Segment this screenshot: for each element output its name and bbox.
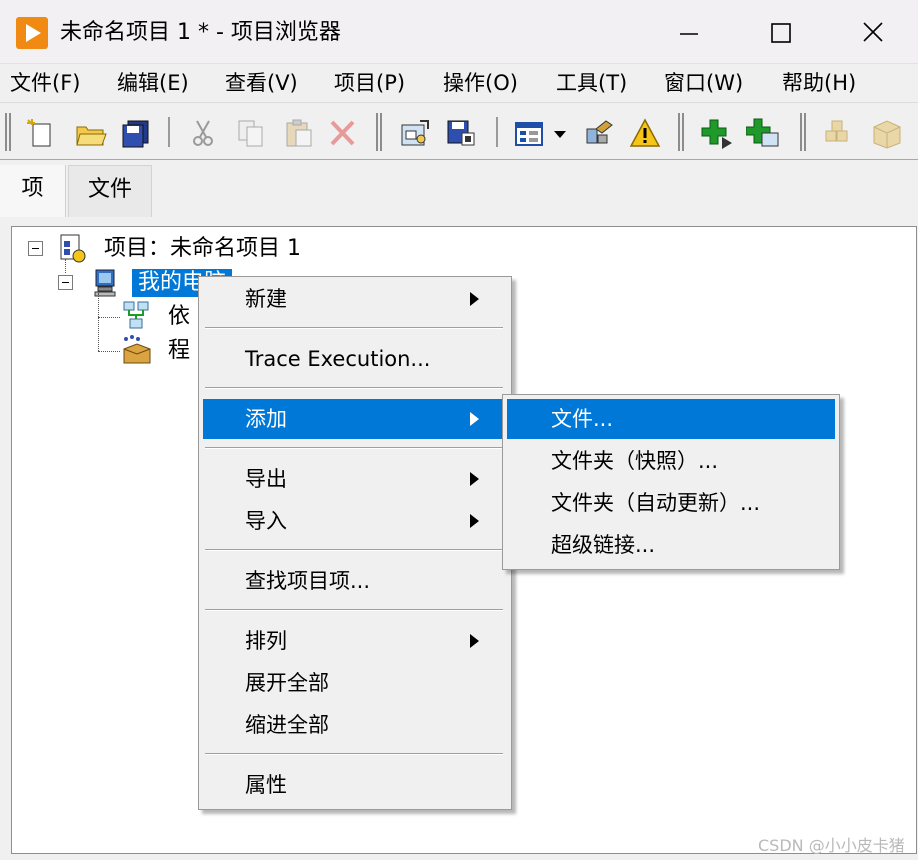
open-icon[interactable] [74,117,108,149]
ctx-expand-label: 展开全部 [245,671,329,695]
submenu-arrow-icon [470,634,479,648]
menu-project[interactable]: 项目(P) [334,70,405,96]
menu-edit[interactable]: 编辑(E) [117,70,189,96]
ctx-export-label: 导出 [245,467,287,491]
ctx-import[interactable]: 导入 [203,501,505,541]
ctx-add-label: 添加 [245,407,287,431]
save-all-icon[interactable] [118,117,152,149]
menu-bar: 文件(F) 编辑(E) 查看(V) 项目(P) 操作(O) 工具(T) 窗口(W… [0,64,918,102]
sub-add-hyperlink[interactable]: 超级链接... [507,525,835,565]
ctx-properties[interactable]: 属性 [203,765,505,805]
ctx-collapse-label: 缩进全部 [245,713,329,737]
sub-folder-auto-label: 文件夹（自动更新）... [551,491,761,515]
tree-dependencies[interactable]: 依 [168,303,190,331]
toolbar-grip[interactable] [800,113,806,151]
paste-icon[interactable] [282,117,316,149]
ctx-new[interactable]: 新建 [203,279,505,319]
project-icon [58,233,88,265]
ctx-find-items[interactable]: 查找项目项... [203,561,505,601]
toolbar-grip[interactable] [678,113,684,151]
delete-icon[interactable] [326,117,360,149]
ctx-arrange-label: 排列 [245,629,287,653]
ctx-add[interactable]: 添加 [203,399,505,439]
sub-hyperlink-label: 超级链接... [551,533,656,557]
submenu-arrow-icon [470,472,479,486]
ctx-expand-all[interactable]: 展开全部 [203,663,505,703]
add-item-icon[interactable] [700,117,734,149]
sub-add-file[interactable]: 文件... [507,399,835,439]
tree-line [98,317,120,318]
computer-icon [92,267,122,299]
maximize-button[interactable] [758,12,804,54]
ctx-new-label: 新建 [245,287,287,311]
submenu-arrow-icon [470,514,479,528]
menu-window[interactable]: 窗口(W) [664,70,743,96]
menu-operate[interactable]: 操作(O) [443,70,518,96]
ctx-export[interactable]: 导出 [203,459,505,499]
tree-line [98,351,120,352]
tab-strip: 项 文件 [0,161,918,217]
save-project-icon[interactable] [444,117,478,149]
ctx-import-label: 导入 [245,509,287,533]
sub-add-file-label: 文件... [551,407,614,431]
ctx-trace-execution[interactable]: Trace Execution... [203,339,505,379]
menu-help[interactable]: 帮助(H) [782,70,856,96]
title-bar: 未命名项目 1 * - 项目浏览器 [0,0,918,64]
new-icon[interactable] [24,117,58,149]
copy-icon[interactable] [234,117,268,149]
collapse-icon[interactable] [28,241,43,256]
menu-file[interactable]: 文件(F) [10,70,80,96]
box-icon[interactable] [870,117,904,149]
submenu-arrow-icon [470,292,479,306]
menu-separator [205,609,503,611]
toolbar-separator [496,117,498,147]
menu-separator [205,447,503,449]
build-icon[interactable] [398,117,432,149]
cut-icon[interactable] [186,117,220,149]
add-submenu: 文件... 文件夹（快照）... 文件夹（自动更新）... 超级链接... [502,394,840,570]
ctx-collapse-all[interactable]: 缩进全部 [203,705,505,745]
menu-separator [205,327,503,329]
add-folder-icon[interactable] [746,117,780,149]
sub-folder-snapshot-label: 文件夹（快照）... [551,449,719,473]
build-spec-icon [120,333,154,367]
toolbar [0,102,918,160]
minimize-button[interactable] [666,12,712,54]
warning-icon[interactable] [628,117,662,149]
submenu-arrow-icon [470,412,479,426]
tree-build-specs[interactable]: 程 [168,337,190,365]
toolbar-grip[interactable] [5,113,11,151]
menu-separator [205,753,503,755]
app-logo-icon [16,17,48,49]
sub-add-folder-auto[interactable]: 文件夹（自动更新）... [507,483,835,523]
toolbar-separator [168,117,170,147]
toolbar-grip[interactable] [376,113,382,151]
ctx-arrange[interactable]: 排列 [203,621,505,661]
dependencies-icon [120,299,152,331]
view-icon[interactable] [512,117,546,149]
tree-line [98,293,99,351]
ctx-find-label: 查找项目项... [245,569,371,593]
ctx-trace-label: Trace Execution... [245,347,431,371]
dropdown-icon[interactable] [550,117,570,149]
close-button[interactable] [850,12,896,54]
ctx-properties-label: 属性 [245,773,287,797]
collapse-icon[interactable] [58,275,73,290]
sub-add-folder-snapshot[interactable]: 文件夹（快照）... [507,441,835,481]
menu-separator [205,387,503,389]
tab-files[interactable]: 文件 [68,165,152,217]
tree-root-label[interactable]: 项目：未命名项目 1 [104,235,301,263]
tab-items[interactable]: 项 [0,165,66,217]
resolve-icon[interactable] [582,117,616,149]
tree-line [65,259,66,273]
menu-tools[interactable]: 工具(T) [556,70,627,96]
watermark: CSDN @小小皮卡猪 [758,836,905,855]
context-menu: 新建 Trace Execution... 添加 导出 导入 查找项目项... … [198,276,512,810]
package-icon[interactable] [822,117,856,149]
window-title: 未命名项目 1 * - 项目浏览器 [60,20,341,45]
menu-view[interactable]: 查看(V) [225,70,298,96]
menu-separator [205,549,503,551]
